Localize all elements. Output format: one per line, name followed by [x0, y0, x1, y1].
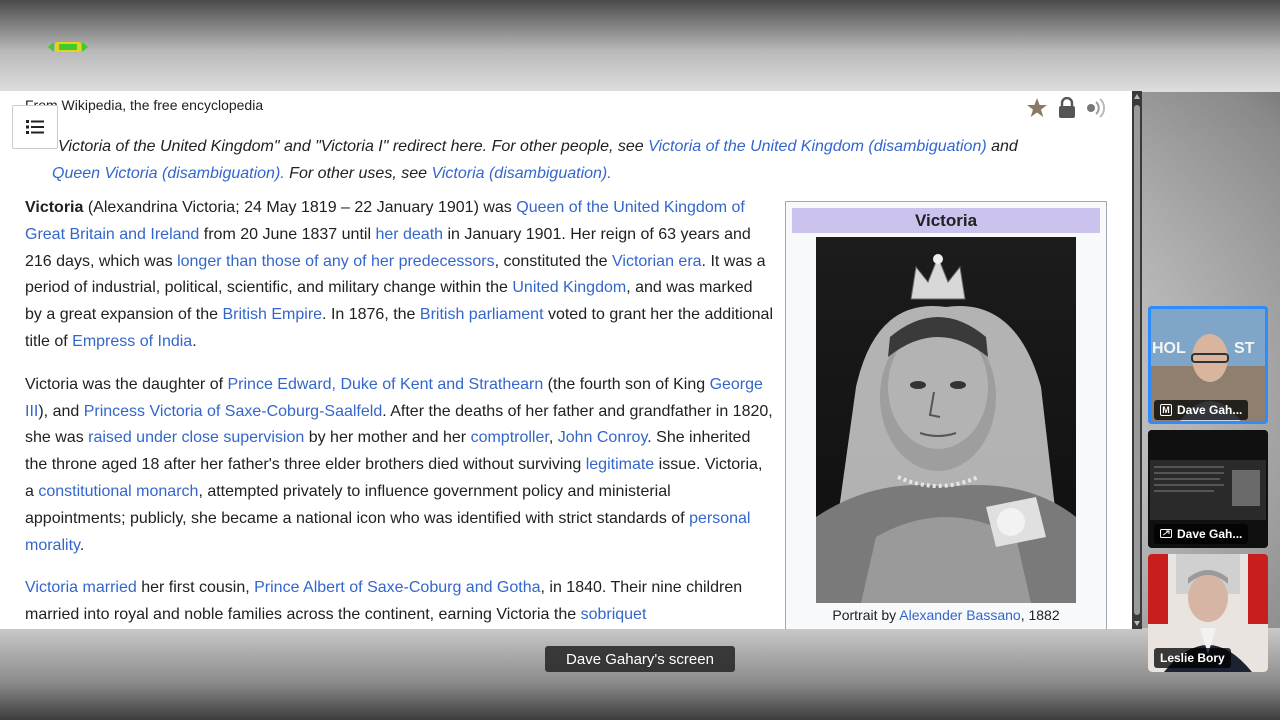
participant-thumbnails: HOL ST M Dave Gah... Dave Gah... Leslie … [1148, 306, 1268, 678]
body-text: . [79, 536, 85, 554]
caption-text: , 1882 [1020, 607, 1060, 623]
link-raised-under-supervision[interactable]: raised under close supervision [88, 429, 304, 446]
participant-name: Dave Gah... [1177, 403, 1243, 417]
body-text: her first cousin, [136, 579, 255, 597]
body-text: by her mother and her [304, 429, 471, 447]
vertical-scrollbar[interactable] [1132, 91, 1142, 629]
paragraph-3: Victoria married her first cousin, Princ… [25, 575, 773, 629]
listen-audio-icon[interactable] [1086, 97, 1108, 119]
shared-screen-label: Dave Gahary's screen [545, 646, 735, 672]
body-text: ), and [38, 402, 84, 420]
screen-share-icon [1160, 529, 1172, 538]
link-victorian-era[interactable]: Victorian era [612, 253, 702, 270]
link-united-kingdom[interactable]: United Kingdom [512, 279, 626, 296]
svg-text:ST: ST [1234, 340, 1255, 357]
mic-muted-icon: M [1160, 404, 1172, 416]
body-text: , constituted the [494, 252, 613, 270]
hatnote: Victoria of the United Kingdom" and "Vic… [52, 133, 1072, 187]
body-text: (Alexandrina Victoria; 24 May 1819 – 22 … [83, 199, 517, 216]
participant-name-tag: Dave Gah... [1154, 524, 1249, 544]
participant-name: Leslie Bory [1160, 651, 1225, 665]
list-icon [26, 120, 44, 134]
disambiguation-link-queen-victoria[interactable]: Queen Victoria (disambiguation). [52, 165, 285, 182]
link-sobriquet[interactable]: sobriquet [581, 606, 647, 623]
lock-icon[interactable] [1058, 97, 1076, 119]
link-british-parliament[interactable]: British parliament [420, 306, 544, 323]
body-text: from 20 June 1837 until [199, 225, 376, 243]
app-logo-icon [48, 40, 88, 54]
from-wikipedia-line: From Wikipedia, the free encyclopedia [25, 97, 264, 113]
link-alexander-bassano[interactable]: Alexander Bassano [899, 607, 1020, 623]
link-constitutional-monarch[interactable]: constitutional monarch [38, 483, 198, 500]
link-longer-than-predecessors[interactable]: longer than those of any of her predeces… [177, 253, 495, 270]
link-british-empire[interactable]: British Empire [222, 306, 322, 323]
paragraph-1: Victoria (Alexandrina Victoria; 24 May 1… [25, 195, 773, 356]
participant-name-tag: M Dave Gah... [1154, 400, 1249, 420]
link-victoria-married[interactable]: Victoria married [25, 579, 137, 596]
disambiguation-link-victoria[interactable]: Victoria (disambiguation). [431, 165, 611, 182]
body-text: , [548, 429, 558, 447]
hatnote-text: Victoria of the United Kingdom" and "Vic… [58, 138, 649, 155]
link-legitimate[interactable]: legitimate [586, 456, 654, 473]
participant-name: Dave Gah... [1177, 527, 1243, 541]
scrollbar-thumb[interactable] [1134, 105, 1140, 615]
body-text: Victoria was the daughter of [25, 375, 228, 393]
disambiguation-link-victoria-uk[interactable]: Victoria of the United Kingdom (disambig… [648, 138, 987, 155]
featured-star-icon[interactable] [1026, 97, 1048, 119]
link-prince-edward[interactable]: Prince Edward, Duke of Kent and Strathea… [228, 376, 544, 393]
bottom-shade [0, 628, 1280, 720]
body-text: . [192, 332, 197, 350]
link-comptroller[interactable]: comptroller [471, 429, 549, 446]
participant-tile-1[interactable]: HOL ST M Dave Gah... [1148, 306, 1268, 424]
link-empress-of-india[interactable]: Empress of India [72, 333, 192, 350]
article-body: Victoria (Alexandrina Victoria; 24 May 1… [25, 195, 773, 629]
link-john-conroy[interactable]: John Conroy [558, 429, 648, 446]
page-status-icons [1026, 97, 1108, 119]
infobox-title: Victoria [792, 208, 1100, 233]
link-princess-victoria[interactable]: Princess Victoria of Saxe-Coburg-Saalfel… [84, 403, 383, 420]
paragraph-2: Victoria was the daughter of Prince Edwa… [25, 372, 773, 560]
participant-name-tag: Leslie Bory [1154, 648, 1231, 668]
link-prince-albert[interactable]: Prince Albert of Saxe-Coburg and Gotha [254, 579, 540, 596]
article-subject-bold: Victoria [25, 199, 84, 216]
svg-text:HOL: HOL [1152, 340, 1186, 357]
scroll-down-arrow-icon[interactable] [1134, 621, 1140, 626]
queen-victoria-portrait[interactable] [816, 237, 1076, 603]
participant-tile-3[interactable]: Leslie Bory [1148, 554, 1268, 672]
hatnote-text: For other uses, see [284, 165, 432, 182]
link-her-death[interactable]: her death [375, 226, 443, 243]
infobox: Victoria Portrait by Alexander Bassano, … [785, 201, 1107, 629]
scroll-up-arrow-icon[interactable] [1134, 94, 1140, 99]
hatnote-text: and [986, 138, 1018, 155]
top-shade [0, 0, 1280, 92]
body-text: (the fourth son of King [543, 375, 710, 393]
caption-text: Portrait by [832, 607, 900, 623]
participant-tile-2[interactable]: Dave Gah... [1148, 430, 1268, 548]
shared-screen: From Wikipedia, the free encyclopedia Vi… [0, 91, 1142, 629]
body-text: . In 1876, the [322, 306, 420, 324]
portrait-caption: Portrait by Alexander Bassano, 1882 [792, 607, 1100, 623]
